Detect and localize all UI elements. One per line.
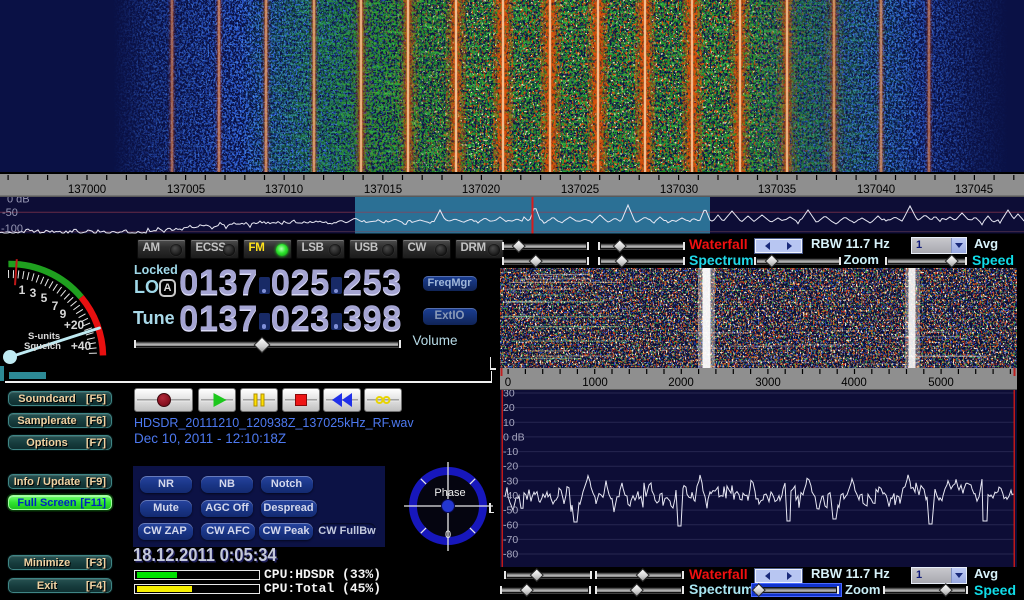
svg-text:137035: 137035 <box>758 184 796 196</box>
svg-text:0 dB: 0 dB <box>7 197 30 206</box>
svg-text:-70: -70 <box>503 534 518 546</box>
svg-text:137040: 137040 <box>857 184 895 196</box>
svg-text:1: 1 <box>19 283 26 297</box>
svg-text:3: 3 <box>30 286 37 300</box>
svg-text:0 dB: 0 dB <box>503 431 525 443</box>
svg-text:30: 30 <box>503 390 515 400</box>
svg-text:-40: -40 <box>503 490 518 502</box>
svg-text:-50: -50 <box>503 505 518 517</box>
svg-text:5000: 5000 <box>928 377 954 389</box>
svg-text:7: 7 <box>52 299 59 313</box>
svg-text:-80: -80 <box>503 549 518 561</box>
svg-text:1000: 1000 <box>582 377 608 389</box>
svg-text:+40: +40 <box>71 339 92 353</box>
svg-text:137000: 137000 <box>68 184 106 196</box>
svg-text:10: 10 <box>503 417 515 429</box>
svg-text:0: 0 <box>505 377 511 389</box>
svg-text:137015: 137015 <box>364 184 402 196</box>
svg-text:137020: 137020 <box>462 184 500 196</box>
svg-text:0: 0 <box>445 529 451 541</box>
svg-text:Squelch: Squelch <box>24 341 61 352</box>
svg-text:-30: -30 <box>503 475 518 487</box>
svg-text:20: 20 <box>503 402 515 414</box>
svg-text:137030: 137030 <box>660 184 698 196</box>
svg-text:4000: 4000 <box>841 377 867 389</box>
svg-text:137025: 137025 <box>561 184 599 196</box>
svg-text:137045: 137045 <box>955 184 993 196</box>
svg-text:Phase: Phase <box>434 487 465 499</box>
svg-text:-50: -50 <box>2 207 18 219</box>
svg-text:137005: 137005 <box>167 184 205 196</box>
svg-text:5: 5 <box>41 291 48 305</box>
svg-text:-20: -20 <box>503 461 518 473</box>
svg-text:-10: -10 <box>503 446 518 458</box>
svg-text:2000: 2000 <box>668 377 694 389</box>
svg-text:-60: -60 <box>503 519 518 531</box>
svg-text:3000: 3000 <box>755 377 781 389</box>
svg-text:-100: -100 <box>1 223 23 234</box>
svg-text:137010: 137010 <box>265 184 303 196</box>
svg-text:+20: +20 <box>64 318 85 332</box>
